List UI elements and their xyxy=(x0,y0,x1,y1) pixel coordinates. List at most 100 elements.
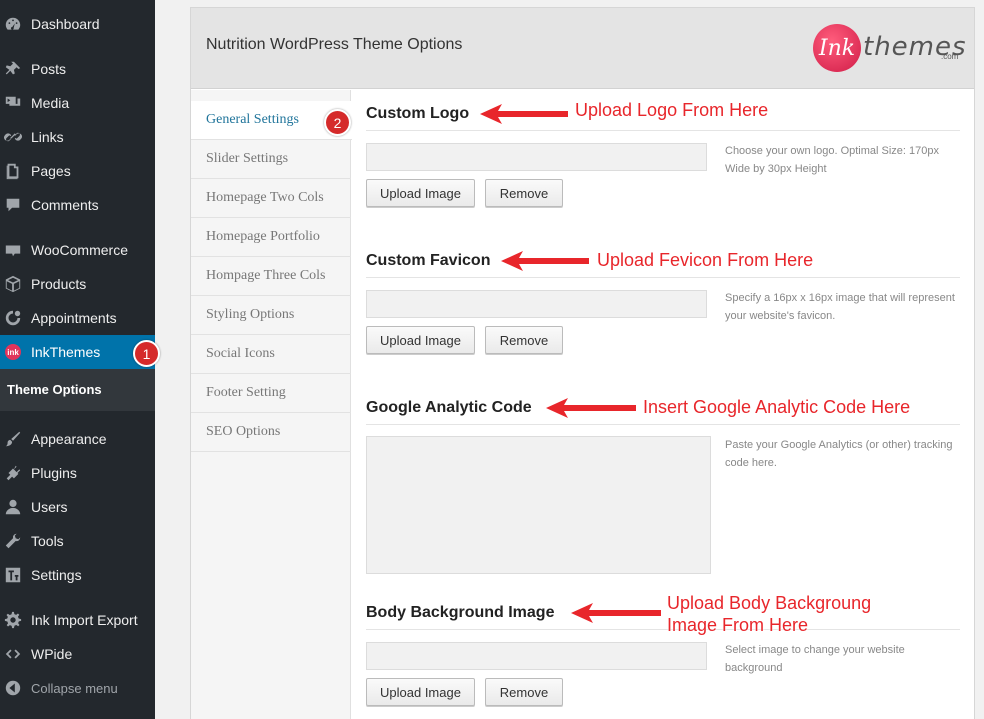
logo-remove-button[interactable]: Remove xyxy=(485,179,563,207)
inkthemes-icon: ink xyxy=(4,343,22,361)
options-tabs: General Settings Slider Settings Homepag… xyxy=(191,90,352,719)
menu-links[interactable]: Links xyxy=(0,120,155,154)
menu-label: Settings xyxy=(31,567,82,583)
analytics-title: Google Analytic Code xyxy=(366,399,532,416)
favicon-upload-button[interactable]: Upload Image xyxy=(366,326,475,354)
menu-settings[interactable]: Settings xyxy=(0,558,155,592)
annotation-arrow-favicon xyxy=(501,251,589,271)
background-upload-button[interactable]: Upload Image xyxy=(366,678,475,706)
annotation-arrow-background xyxy=(571,603,661,623)
annotation-analytics: Insert Google Analytic Code Here xyxy=(643,397,911,417)
step-badge-2: 2 xyxy=(324,109,351,136)
menu-label: Dashboard xyxy=(31,16,100,32)
gear-icon xyxy=(4,611,22,629)
annotation-logo: Upload Logo From Here xyxy=(575,100,769,120)
body-background-title: Body Background Image xyxy=(366,604,555,621)
menu-inkthemes[interactable]: ink InkThemes xyxy=(0,335,155,369)
section-divider xyxy=(366,424,960,425)
menu-woocommerce[interactable]: WooCommerce xyxy=(0,233,155,267)
section-divider xyxy=(366,130,960,131)
step-badge-1: 1 xyxy=(133,340,160,367)
panel-header: Nutrition WordPress Theme Options Ink th… xyxy=(191,8,974,89)
menu-label: Pages xyxy=(31,163,71,179)
menu-label: InkThemes xyxy=(31,344,101,360)
box-icon xyxy=(4,275,22,293)
menu-label: Ink Import Export xyxy=(31,612,138,628)
menu-label: Appearance xyxy=(31,431,107,447)
pin-icon xyxy=(4,60,22,78)
custom-logo-title: Custom Logo xyxy=(366,105,470,122)
section-divider xyxy=(366,629,960,630)
menu-ink-import-export[interactable]: Ink Import Export xyxy=(0,603,155,637)
menu-posts[interactable]: Posts xyxy=(0,52,155,86)
menu-label: Links xyxy=(31,129,64,145)
comment-icon xyxy=(4,196,22,214)
collapse-menu-button[interactable]: Collapse menu xyxy=(0,671,155,705)
menu-tools[interactable]: Tools xyxy=(0,524,155,558)
tab-homepage-portfolio[interactable]: Homepage Portfolio xyxy=(191,218,351,257)
menu-label: Users xyxy=(31,499,68,515)
link-icon xyxy=(4,128,22,146)
background-remove-button[interactable]: Remove xyxy=(485,678,563,706)
custom-favicon-hint: Specify a 16px x 16px image that will re… xyxy=(725,292,955,322)
menu-pages[interactable]: Pages xyxy=(0,154,155,188)
custom-favicon-input[interactable] xyxy=(366,290,707,318)
annotation-background-line2: Image From Here xyxy=(667,615,809,635)
menu-label: Posts xyxy=(31,61,67,77)
brand-mark: Ink xyxy=(813,24,861,72)
code-icon xyxy=(4,645,22,663)
admin-sidebar: Dashboard Posts Media Links Pages Commen… xyxy=(0,0,155,719)
dashboard-icon xyxy=(4,15,22,33)
logo-upload-button[interactable]: Upload Image xyxy=(366,179,475,207)
menu-products[interactable]: Products xyxy=(0,267,155,301)
menu-label: Collapse menu xyxy=(31,680,118,696)
tab-social-icons[interactable]: Social Icons xyxy=(191,335,351,374)
custom-logo-hint: Choose your own logo. Optimal Size: 170p… xyxy=(725,145,940,175)
menu-label: WPide xyxy=(31,646,73,662)
menu-label: Tools xyxy=(31,533,64,549)
tab-seo-options[interactable]: SEO Options xyxy=(191,413,351,452)
menu-plugins[interactable]: Plugins xyxy=(0,456,155,490)
brand-domain: .com xyxy=(941,52,959,61)
settings-icon xyxy=(4,566,22,584)
tab-homepage-two-cols[interactable]: Homepage Two Cols xyxy=(191,179,351,218)
custom-favicon-title: Custom Favicon xyxy=(366,252,491,269)
tab-styling-options[interactable]: Styling Options xyxy=(191,296,351,335)
brush-icon xyxy=(4,430,22,448)
menu-appearance[interactable]: Appearance xyxy=(0,422,155,456)
menu-dashboard[interactable]: Dashboard xyxy=(0,7,155,41)
body-background-hint: Select image to change your website back… xyxy=(725,644,905,674)
inkthemes-logo: Ink themes .com xyxy=(813,22,966,74)
favicon-remove-button[interactable]: Remove xyxy=(485,326,563,354)
annotation-arrow-analytics xyxy=(546,398,636,418)
tab-slider-settings[interactable]: Slider Settings xyxy=(191,140,351,179)
annotation-background-line1: Upload Body Backgroung xyxy=(667,593,872,613)
analytics-code-textarea[interactable] xyxy=(366,436,711,574)
menu-comments[interactable]: Comments xyxy=(0,188,155,222)
pages-icon xyxy=(4,162,22,180)
page-title: Nutrition WordPress Theme Options xyxy=(206,36,463,53)
submenu-theme-options[interactable]: Theme Options xyxy=(7,382,102,397)
menu-wpide[interactable]: WPide xyxy=(0,637,155,671)
menu-label: WooCommerce xyxy=(31,242,128,258)
tab-footer-setting[interactable]: Footer Setting xyxy=(191,374,351,413)
menu-label: Media xyxy=(31,95,70,111)
custom-logo-input[interactable] xyxy=(366,143,707,171)
inkthemes-submenu: Theme Options xyxy=(0,369,155,411)
collapse-icon xyxy=(4,679,22,697)
menu-label: Products xyxy=(31,276,87,292)
media-icon xyxy=(4,94,22,112)
annotation-arrow-logo xyxy=(480,104,568,124)
tab-hompage-three-cols[interactable]: Hompage Three Cols xyxy=(191,257,351,296)
menu-appointments[interactable]: Appointments xyxy=(0,301,155,335)
menu-users[interactable]: Users xyxy=(0,490,155,524)
user-icon xyxy=(4,498,22,516)
analytics-hint: Paste your Google Analytics (or other) t… xyxy=(725,439,953,469)
section-divider xyxy=(366,277,960,278)
appointments-icon xyxy=(4,309,22,327)
menu-label: Appointments xyxy=(31,310,117,326)
woocommerce-icon xyxy=(4,241,22,259)
menu-media[interactable]: Media xyxy=(0,86,155,120)
menu-label: Comments xyxy=(31,197,99,213)
body-background-input[interactable] xyxy=(366,642,707,670)
